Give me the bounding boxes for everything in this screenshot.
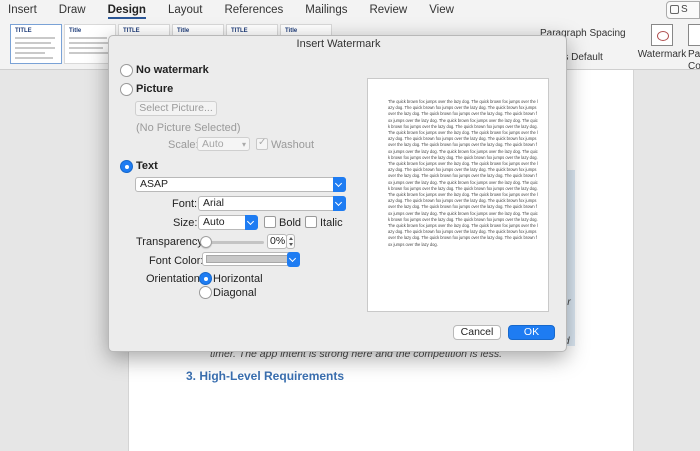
orientation-label: Orientation: — [146, 273, 203, 285]
ribbon-tabs: Insert Draw Design Layout References Mai… — [0, 0, 700, 22]
tab-design[interactable]: Design — [107, 4, 146, 19]
font-color-well[interactable] — [202, 252, 297, 266]
tab-draw[interactable]: Draw — [59, 4, 86, 18]
share-label: S — [681, 4, 688, 15]
tab-references[interactable]: References — [224, 4, 283, 18]
dialog-title: Insert Watermark — [296, 38, 381, 50]
insert-watermark-dialog: Insert Watermark No watermark Picture Se… — [108, 35, 567, 352]
font-color-label: Font Color: — [149, 255, 204, 267]
scale-select[interactable]: Auto ▾ — [197, 137, 250, 151]
preview-text: The quick brown fox jumps over the lazy … — [388, 99, 538, 247]
horizontal-label: Horizontal — [213, 273, 263, 285]
style-thumb-title: Title — [285, 28, 298, 34]
ok-button[interactable]: OK — [508, 325, 555, 340]
cancel-button[interactable]: Cancel — [453, 325, 501, 340]
style-thumb-title: TITLE — [231, 28, 248, 34]
watermark-label: Watermark — [637, 49, 687, 60]
scale-label: Scale: — [168, 139, 199, 151]
style-thumb-title: TITLE — [15, 28, 32, 34]
text-label: Text — [136, 160, 158, 172]
tab-layout[interactable]: Layout — [168, 4, 203, 18]
watermark-text-combo[interactable]: ASAP — [135, 177, 346, 192]
transparency-stepper[interactable] — [286, 234, 295, 249]
page-color-icon — [688, 24, 700, 46]
horizontal-radio[interactable] — [199, 272, 212, 285]
watermark-text-value: ASAP — [140, 178, 169, 190]
tab-mailings[interactable]: Mailings — [305, 4, 347, 18]
washout-label: Washout — [271, 139, 315, 151]
size-label: Size: — [173, 217, 198, 229]
scale-value: Auto — [202, 138, 224, 150]
watermark-button[interactable]: Watermark — [636, 24, 688, 66]
page-color-label-1: Pa — [688, 49, 700, 60]
transparency-slider-knob[interactable] — [200, 236, 212, 248]
italic-label: Italic — [320, 217, 343, 229]
no-watermark-label: No watermark — [136, 64, 209, 76]
no-picture-selected-label: (No Picture Selected) — [136, 122, 241, 134]
picture-label: Picture — [136, 83, 174, 95]
style-thumb-title: Title — [69, 28, 82, 34]
font-color-swatch — [206, 255, 290, 263]
font-value: Arial — [203, 197, 225, 209]
transparency-field[interactable]: 0% — [267, 234, 287, 249]
italic-checkbox[interactable] — [305, 216, 317, 228]
size-combo[interactable]: Auto — [198, 215, 258, 230]
tab-review[interactable]: Review — [369, 4, 407, 18]
bold-checkbox[interactable] — [264, 216, 276, 228]
chevron-down-icon[interactable] — [333, 196, 346, 211]
size-value: Auto — [203, 216, 225, 228]
watermark-preview: The quick brown fox jumps over the lazy … — [367, 78, 549, 312]
style-thumb[interactable]: TITLE — [10, 24, 62, 64]
transparency-value: 0% — [270, 235, 286, 247]
diagonal-radio[interactable] — [199, 286, 212, 299]
style-thumb-title: TITLE — [123, 28, 140, 34]
no-watermark-radio[interactable] — [120, 64, 133, 77]
chevron-down-icon[interactable] — [333, 177, 346, 192]
select-picture-button[interactable]: Select Picture... — [135, 101, 217, 116]
font-label: Font: — [172, 198, 198, 210]
watermark-icon — [651, 24, 673, 46]
transparency-label: Transparency: — [136, 236, 206, 248]
style-thumb-title: Title — [177, 28, 190, 34]
chevron-down-icon[interactable] — [245, 215, 258, 230]
tab-insert[interactable]: Insert — [8, 4, 37, 18]
washout-checkbox[interactable] — [256, 137, 268, 150]
diagonal-label: Diagonal — [213, 287, 257, 299]
tab-view[interactable]: View — [429, 4, 454, 18]
section-heading[interactable]: 3. High-Level Requirements — [186, 369, 344, 383]
transparency-slider[interactable] — [205, 241, 264, 244]
page-color-button[interactable]: Pa Co — [688, 24, 700, 73]
chevron-down-icon[interactable] — [287, 252, 300, 267]
bold-label: Bold — [279, 217, 302, 229]
font-select[interactable]: Arial — [198, 196, 346, 211]
share-button[interactable]: S — [666, 1, 700, 19]
picture-radio[interactable] — [120, 83, 133, 96]
chevron-down-icon: ▾ — [241, 140, 246, 149]
text-radio[interactable] — [120, 160, 133, 173]
share-icon — [670, 5, 679, 14]
